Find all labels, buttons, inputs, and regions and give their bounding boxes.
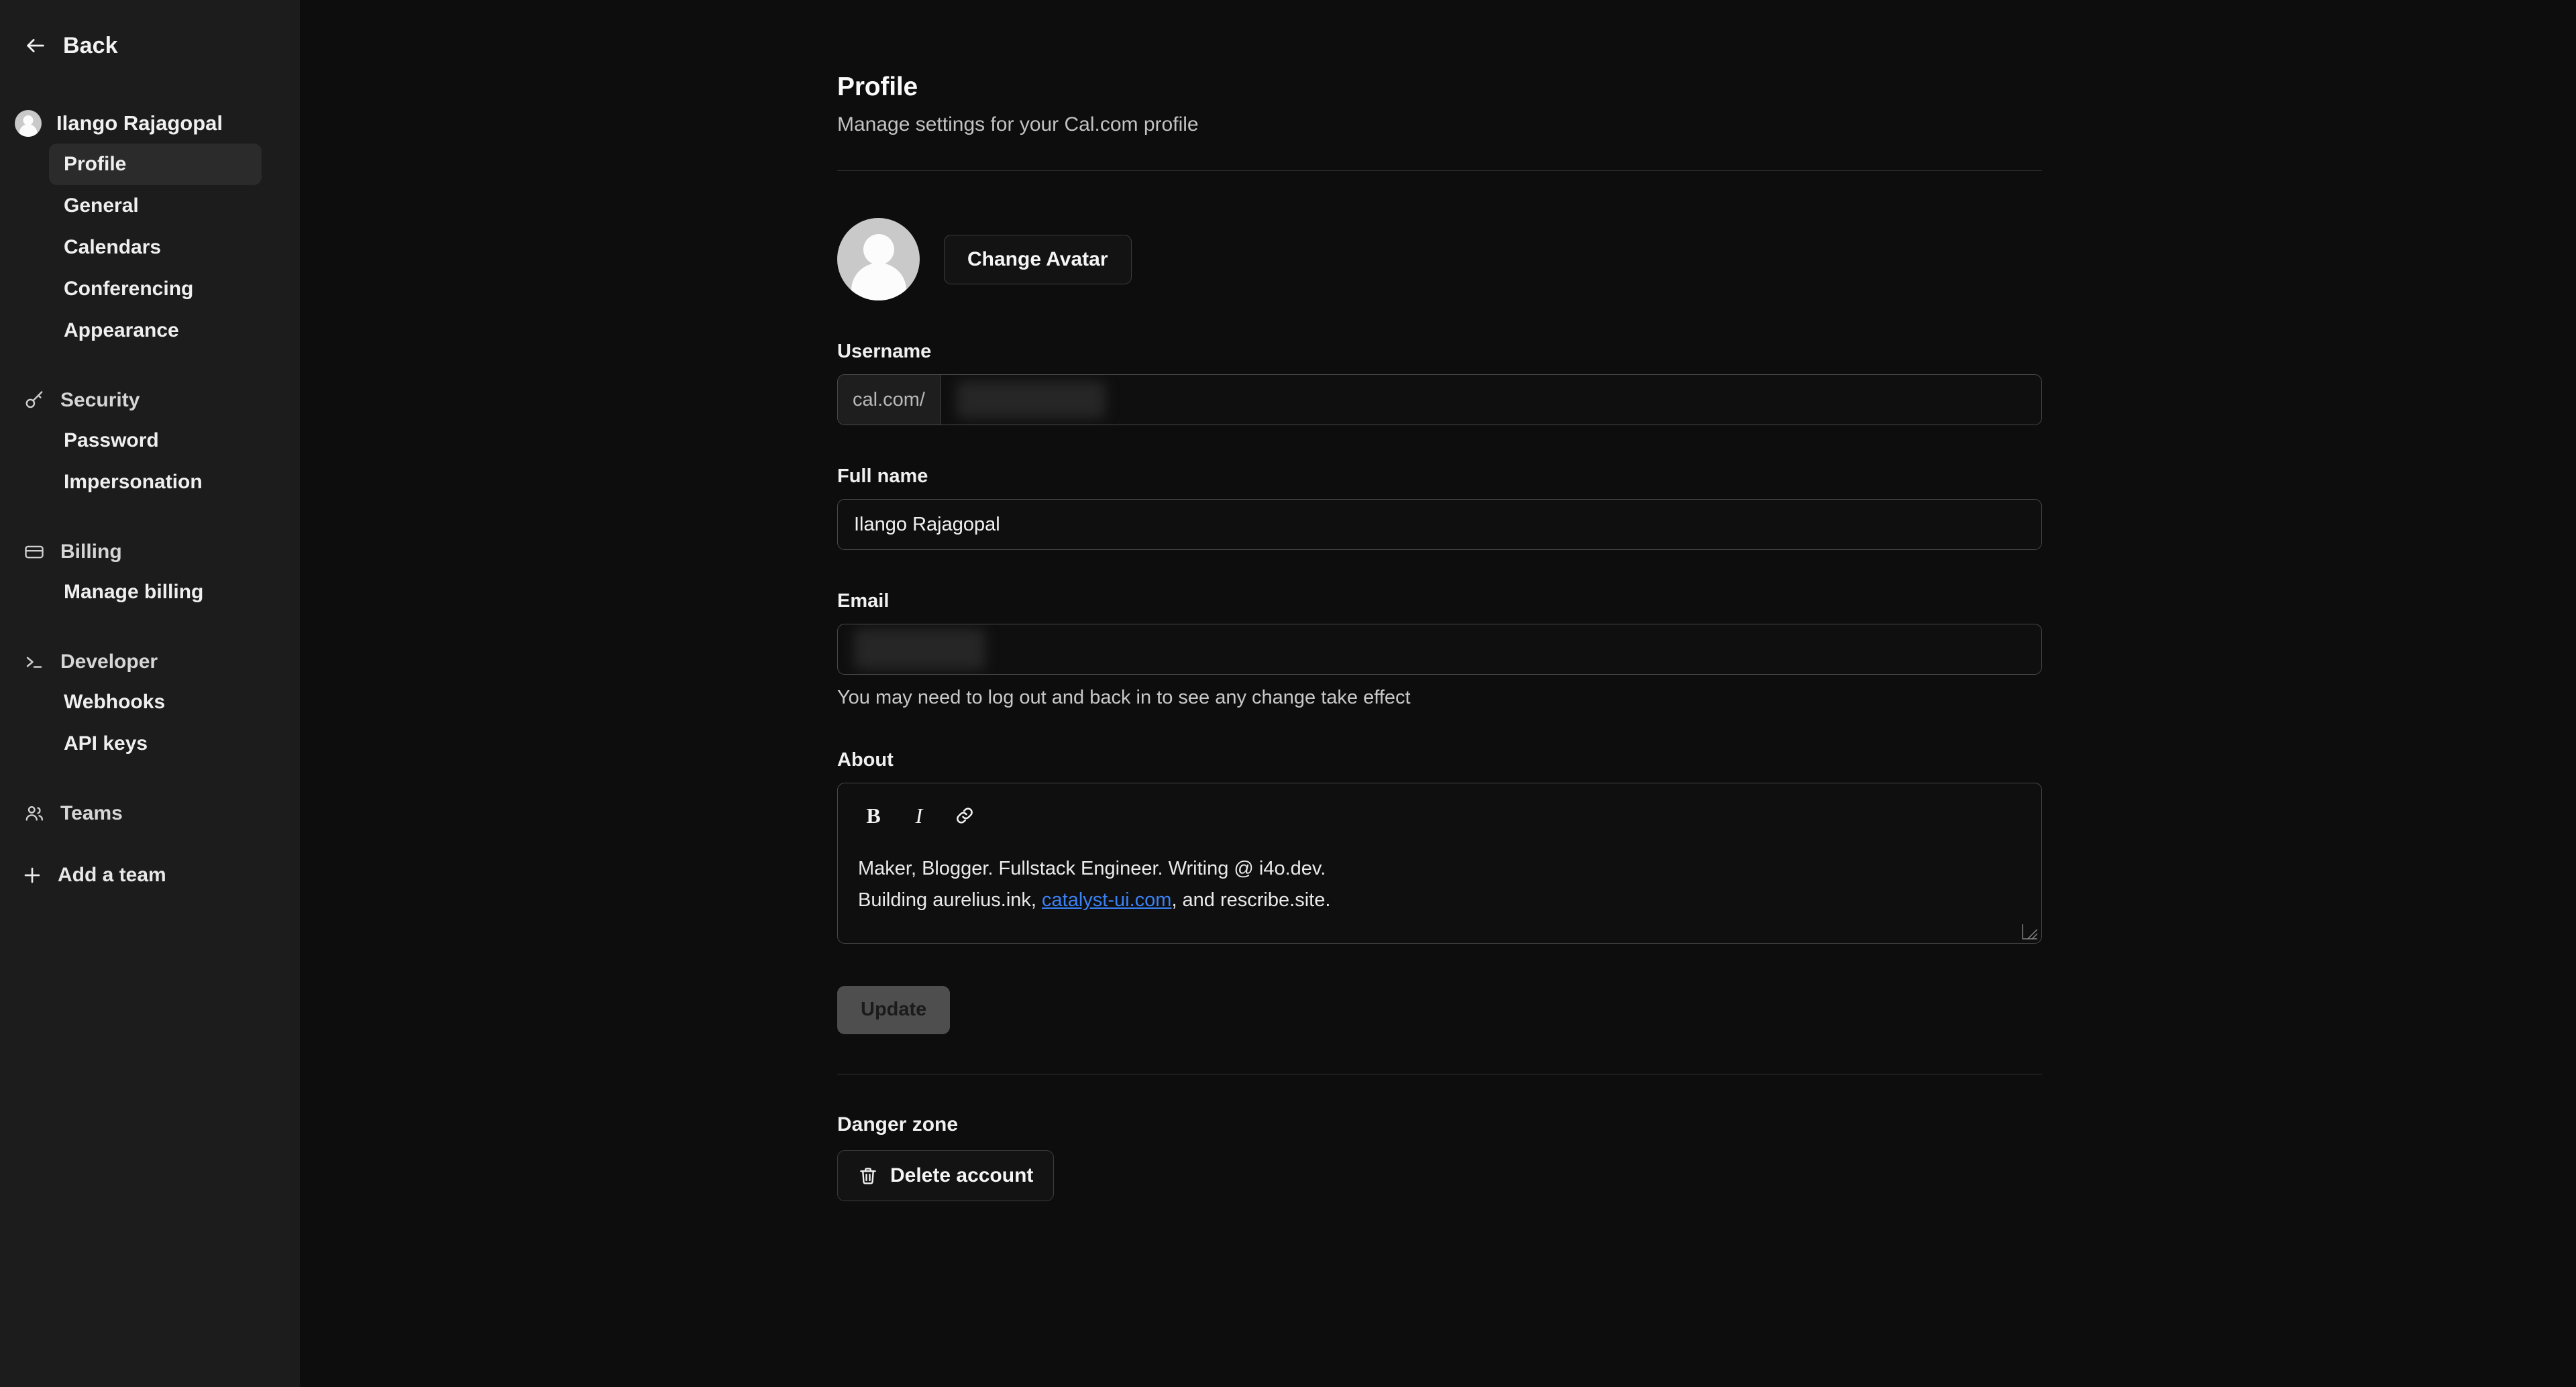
about-field-group: About B I Maker, Blogger. Fullstack Engi… [837, 749, 2042, 944]
username-prefix: cal.com/ [838, 375, 941, 425]
sidebar-item-webhooks[interactable]: Webhooks [49, 681, 262, 723]
sidebar-item-calendars[interactable]: Calendars [49, 227, 262, 268]
catalyst-ui-link[interactable]: catalyst-ui.com [1042, 889, 1171, 911]
danger-zone-title: Danger zone [837, 1113, 959, 1135]
trash-icon [860, 1168, 876, 1184]
sidebar-item-conferencing[interactable]: Conferencing [49, 268, 262, 310]
sidebar-section-developer[interactable]: Developer [0, 643, 300, 681]
about-line-2-before: Building aurelius.ink, [858, 889, 1042, 911]
sidebar-section-label: Security [60, 389, 140, 411]
user-avatar-icon [15, 110, 42, 137]
sidebar-item-label: API keys [64, 732, 148, 755]
sidebar-item-label: Appearance [64, 319, 179, 341]
sidebar-item-appearance[interactable]: Appearance [49, 310, 262, 351]
about-editor-content[interactable]: Maker, Blogger. Fullstack Engineer. Writ… [838, 832, 2041, 943]
update-button[interactable]: Update [837, 985, 951, 1034]
editor-toolbar: B I [838, 783, 2041, 832]
sidebar-item-impersonation[interactable]: Impersonation [49, 461, 262, 503]
email-label: Email [837, 590, 890, 612]
about-editor[interactable]: B I Maker, Blogger. Fullstack Engineer. … [837, 783, 2042, 944]
sidebar-item-label: Conferencing [64, 278, 194, 300]
sidebar-item-general[interactable]: General [49, 185, 262, 227]
redacted-email-value [854, 628, 985, 670]
sidebar-user-row[interactable]: Ilango Rajagopal [0, 103, 300, 144]
sidebar-primary-nav: Profile General Calendars Conferencing A… [0, 144, 300, 351]
bold-icon[interactable]: B [858, 800, 889, 831]
page-subtitle: Manage settings for your Cal.com profile [837, 113, 1199, 135]
delete-account-button[interactable]: Delete account [837, 1150, 1055, 1201]
sidebar-item-label: Profile [64, 153, 127, 175]
sidebar-item-label: Impersonation [64, 471, 203, 493]
email-field-group: Email You may need to log out and back i… [837, 590, 2042, 709]
username-label: Username [837, 341, 932, 362]
terminal-icon [24, 652, 44, 672]
about-label: About [837, 749, 894, 771]
sidebar-item-label: Calendars [64, 236, 162, 258]
sidebar-item-api-keys[interactable]: API keys [49, 723, 262, 765]
sidebar-section-label: Developer [60, 651, 158, 673]
sidebar-item-label: Password [64, 429, 159, 451]
page-title: Profile [837, 72, 918, 101]
fullname-field-group: Full name Ilango Rajagopal [837, 465, 2042, 550]
redacted-username-value [956, 381, 1106, 419]
about-line-2: Building aurelius.ink, catalyst-ui.com, … [858, 885, 2021, 916]
email-input[interactable] [838, 624, 2041, 674]
sidebar-item-label: Manage billing [64, 581, 204, 603]
sidebar-section-billing[interactable]: Billing [0, 533, 300, 571]
settings-sidebar: Back Ilango Rajagopal Profile General Ca… [0, 0, 300, 1387]
sidebar-item-profile[interactable]: Profile [49, 144, 262, 185]
main-content: Profile Manage settings for your Cal.com… [300, 0, 2576, 1387]
credit-card-icon [24, 542, 44, 562]
sidebar-section-security[interactable]: Security [0, 381, 300, 420]
back-label: Back [63, 32, 118, 58]
delete-account-label: Delete account [890, 1164, 1034, 1186]
sidebar-item-password[interactable]: Password [49, 420, 262, 461]
username-field-group: Username cal.com/ [837, 341, 2042, 425]
header-divider [837, 170, 2042, 171]
change-avatar-button[interactable]: Change Avatar [944, 234, 1132, 284]
sidebar-item-label: General [64, 195, 139, 217]
sidebar-user-name: Ilango Rajagopal [56, 111, 223, 135]
italic-icon[interactable]: I [904, 800, 934, 831]
about-line-2-after: , and rescribe.site. [1171, 889, 1331, 911]
sidebar-section-label: Teams [60, 802, 123, 824]
sidebar-item-label: Webhooks [64, 691, 166, 713]
key-icon [24, 390, 44, 410]
email-hint: You may need to log out and back in to s… [837, 687, 1411, 708]
avatar-section: Change Avatar [837, 218, 2042, 300]
sidebar-item-manage-billing[interactable]: Manage billing [49, 571, 262, 613]
plus-icon [24, 867, 40, 883]
fullname-label: Full name [837, 465, 928, 487]
users-icon [24, 803, 44, 824]
sidebar-section-teams[interactable]: Teams [0, 794, 300, 833]
add-team-label: Add a team [58, 864, 166, 886]
email-input-wrap[interactable] [837, 624, 2042, 675]
username-input-wrap[interactable]: cal.com/ [837, 374, 2042, 425]
arrow-left-icon [27, 39, 44, 52]
fullname-input-wrap[interactable]: Ilango Rajagopal [837, 499, 2042, 550]
sidebar-section-label: Billing [60, 541, 122, 563]
fullname-input[interactable]: Ilango Rajagopal [838, 500, 2041, 549]
add-team-button[interactable]: Add a team [0, 856, 300, 895]
back-button[interactable]: Back [0, 28, 300, 63]
username-input[interactable] [941, 375, 2041, 425]
link-icon[interactable] [949, 800, 980, 831]
user-avatar-icon [837, 218, 920, 300]
about-line-1: Maker, Blogger. Fullstack Engineer. Writ… [858, 858, 1326, 879]
